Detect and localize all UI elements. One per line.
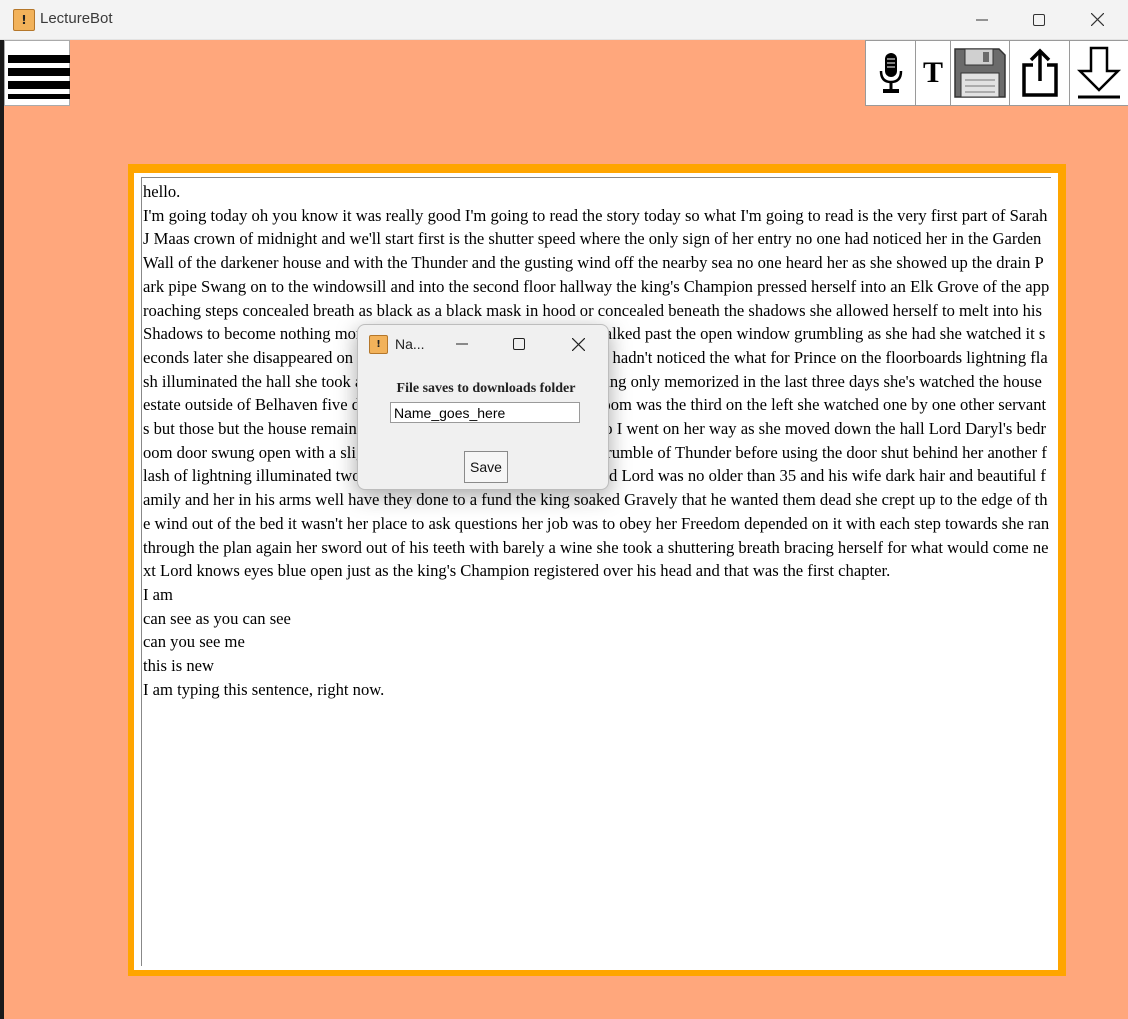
save-name-dialog: ! Na... File saves to downloads folder S… bbox=[357, 324, 609, 490]
dialog-close-button[interactable] bbox=[558, 329, 598, 359]
text-icon: T bbox=[922, 56, 943, 89]
download-button[interactable] bbox=[1069, 40, 1128, 106]
close-icon bbox=[571, 337, 585, 351]
filename-input[interactable] bbox=[390, 402, 580, 423]
minimize-icon bbox=[976, 19, 988, 20]
close-button[interactable] bbox=[1068, 0, 1126, 39]
download-arrow-icon bbox=[1076, 46, 1122, 99]
menu-button[interactable] bbox=[4, 40, 70, 106]
close-icon bbox=[1090, 13, 1104, 26]
transcript-area: hello. I'm going today oh you know it wa… bbox=[134, 173, 1058, 970]
dialog-save-button[interactable]: Save bbox=[464, 451, 508, 483]
transcript-line: I am bbox=[143, 584, 173, 604]
minimize-button[interactable] bbox=[953, 0, 1011, 39]
app-icon: ! bbox=[13, 9, 35, 31]
floppy-disk-save-icon bbox=[954, 48, 1006, 98]
window-left-edge bbox=[0, 40, 4, 1019]
share-button[interactable] bbox=[1009, 40, 1070, 106]
microphone-icon bbox=[879, 53, 902, 93]
dialog-minimize-button[interactable] bbox=[442, 329, 482, 359]
dialog-maximize-button[interactable] bbox=[499, 329, 539, 359]
transcript-line: can you see me bbox=[143, 632, 245, 652]
transcript-line: I am typing this sentence, right now. bbox=[143, 679, 385, 699]
dialog-app-icon: ! bbox=[369, 335, 388, 354]
maximize-icon bbox=[513, 338, 525, 350]
transcript-text-box[interactable]: hello. I'm going today oh you know it wa… bbox=[141, 177, 1051, 966]
save-button[interactable] bbox=[950, 40, 1010, 106]
minimize-icon bbox=[456, 343, 468, 345]
dialog-label: File saves to downloads folder bbox=[396, 381, 576, 396]
transcript-line: can see as you can see bbox=[143, 608, 291, 628]
title-bar: ! LectureBot bbox=[0, 0, 1128, 40]
transcript-frame: hello. I'm going today oh you know it wa… bbox=[128, 164, 1066, 976]
record-button[interactable] bbox=[865, 40, 916, 106]
transcript-line: this is new bbox=[143, 656, 214, 676]
dialog-title: Na... bbox=[395, 336, 425, 352]
share-upload-icon bbox=[1021, 48, 1058, 97]
transcript-line: hello. bbox=[143, 182, 181, 201]
maximize-icon bbox=[1033, 13, 1045, 26]
maximize-button[interactable] bbox=[1010, 0, 1068, 39]
window-title: LectureBot bbox=[40, 10, 113, 27]
text-mode-button[interactable]: T bbox=[915, 40, 951, 106]
